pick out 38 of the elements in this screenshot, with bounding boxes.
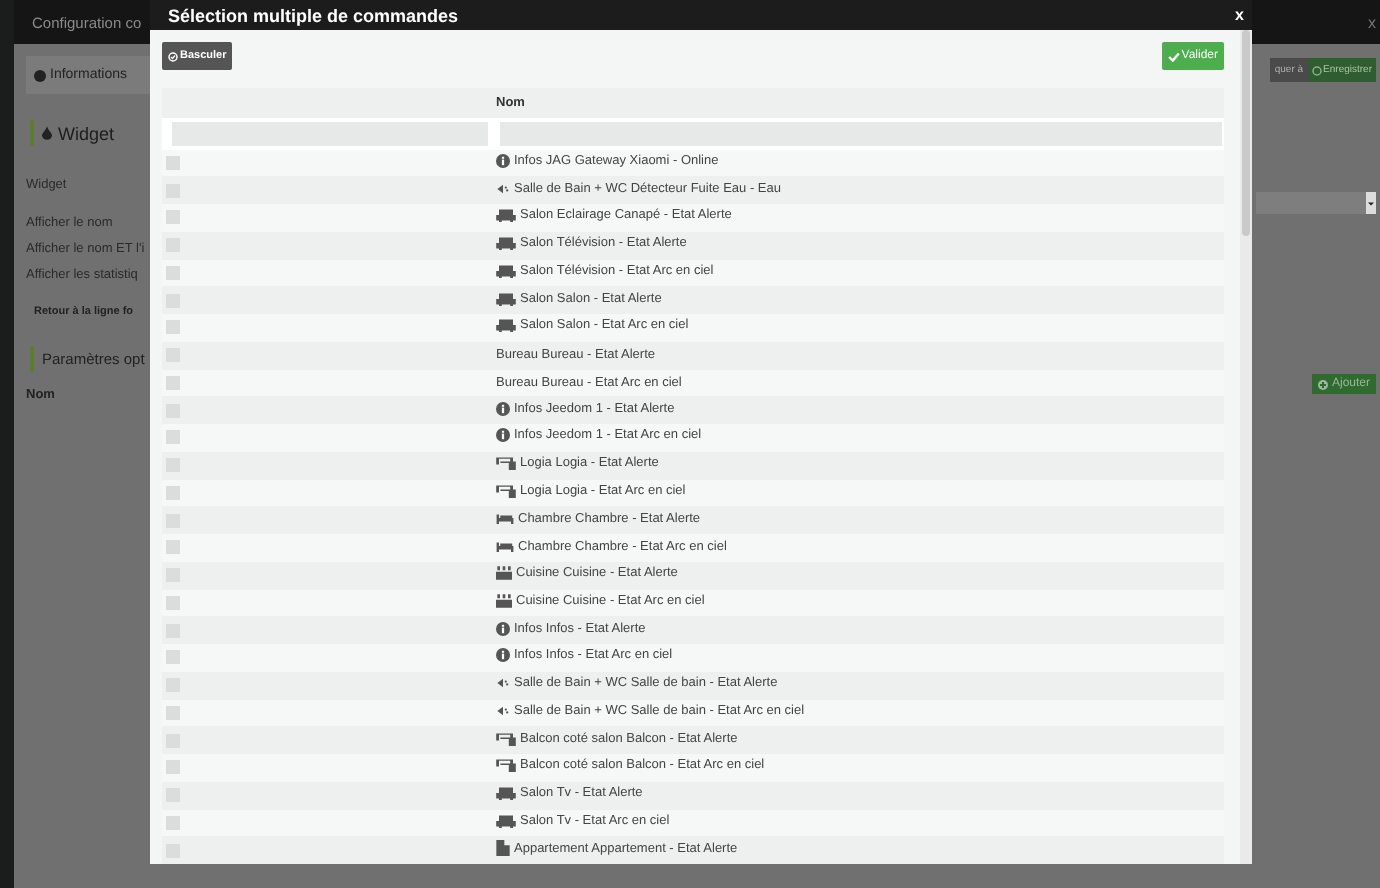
drop-icon [42, 126, 52, 140]
checkbox[interactable] [166, 210, 180, 225]
close-button[interactable]: x [1368, 13, 1376, 31]
sofa-icon [496, 208, 516, 223]
filter-field[interactable] [500, 121, 1222, 146]
checkbox[interactable] [166, 375, 180, 390]
select-field[interactable] [1256, 192, 1376, 214]
close-button[interactable]: x [1235, 6, 1244, 24]
checkbox[interactable] [166, 595, 180, 610]
checkbox[interactable] [166, 650, 180, 665]
caret-icon [1368, 201, 1374, 205]
checkbox[interactable] [166, 485, 180, 500]
scrollbar-thumb[interactable] [1242, 30, 1250, 236]
plus-icon [1317, 379, 1328, 389]
checkbox[interactable] [166, 815, 180, 830]
check-icon [1167, 51, 1180, 61]
sofa-icon [496, 813, 516, 828]
sofa-icon [496, 291, 516, 306]
sofa-icon [496, 236, 516, 251]
filter-field[interactable] [172, 121, 488, 146]
checkbox[interactable] [166, 155, 180, 170]
sofa-icon [496, 263, 516, 278]
building-icon [496, 840, 510, 857]
checkbox[interactable] [166, 540, 180, 555]
checkbox[interactable] [166, 320, 180, 335]
check-circle-icon [168, 51, 178, 61]
bed-icon [496, 540, 514, 553]
checkbox[interactable] [166, 265, 180, 280]
circle-icon [1311, 65, 1322, 75]
sofa-icon [496, 318, 516, 333]
stove-icon [496, 593, 512, 608]
bed-icon [496, 512, 514, 525]
stove-icon [496, 566, 512, 581]
modal-title: Sélection multiple de commandes [168, 5, 459, 25]
sofa-icon [496, 786, 516, 801]
checkbox[interactable] [166, 430, 180, 445]
checkbox[interactable] [166, 760, 180, 775]
checkbox[interactable] [166, 705, 180, 720]
